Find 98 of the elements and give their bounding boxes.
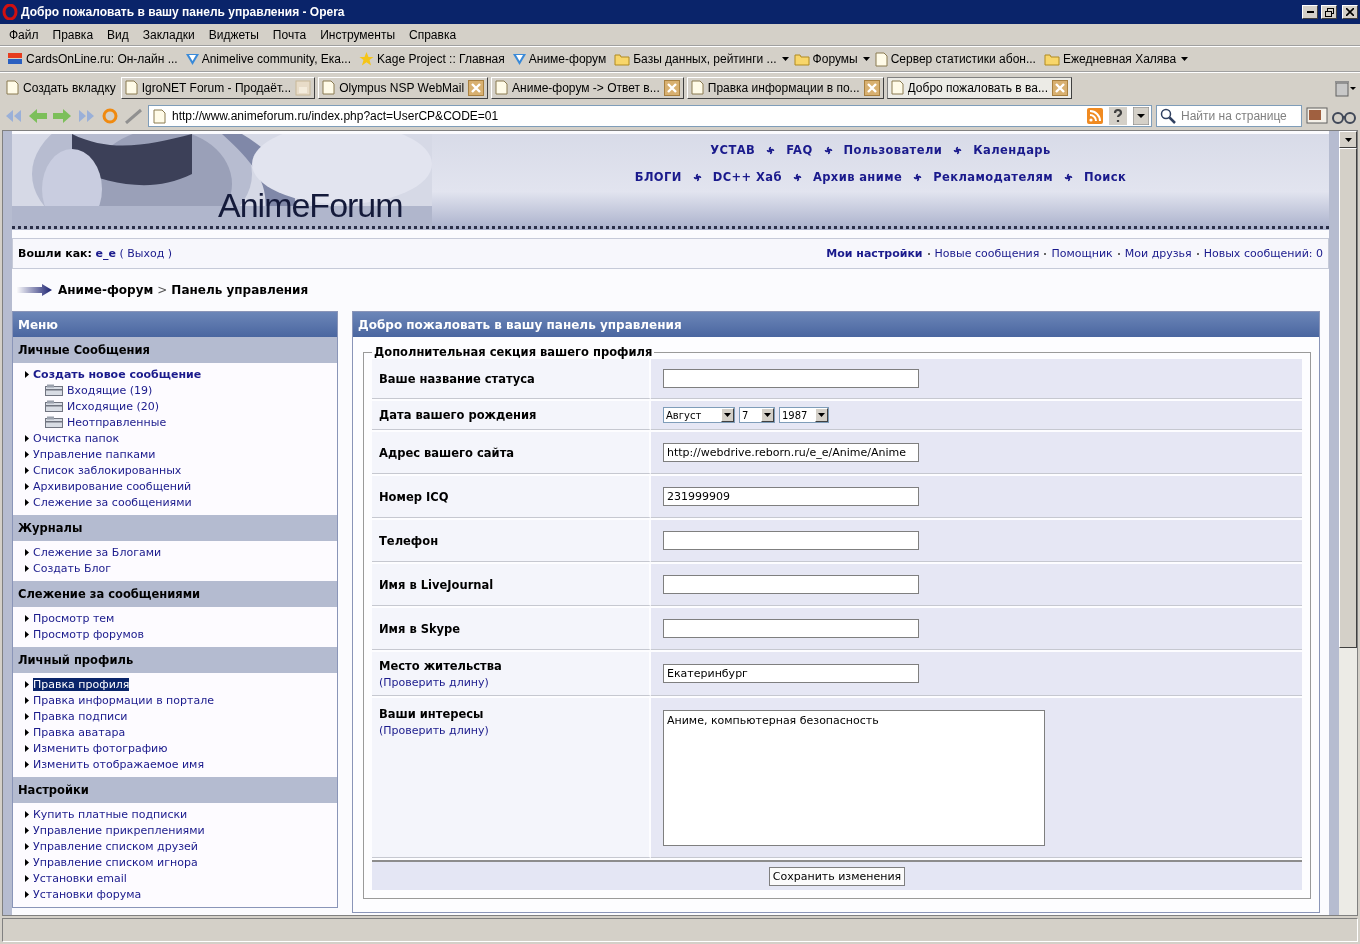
- nav-link[interactable]: УСТАВ: [710, 143, 756, 157]
- bookmark[interactable]: Ежедневная Халява: [1040, 52, 1180, 66]
- label-cell: Ваши интересы (Проверить длину): [372, 698, 651, 858]
- menu-item[interactable]: Виджеты: [201, 27, 266, 42]
- menu-item[interactable]: Изменить отображаемое имя: [25, 756, 337, 772]
- menu-item[interactable]: Почта: [265, 27, 314, 42]
- bookmark[interactable]: Форумы: [790, 52, 861, 66]
- menu-item[interactable]: Управление прикреплениями: [25, 822, 337, 838]
- menu-item[interactable]: Правка аватара: [25, 724, 337, 740]
- menu-section-title: Личный профиль: [13, 647, 337, 673]
- text-field[interactable]: http://webdrive.reborn.ru/e_e/Anime/Anime: [663, 443, 919, 462]
- user-link[interactable]: Новых сообщений: 0: [1203, 247, 1323, 260]
- browser-tab[interactable]: Правка информации в по...: [686, 76, 884, 99]
- logout-link[interactable]: ( Выход ): [119, 247, 173, 260]
- user-link[interactable]: Помощник: [1051, 247, 1113, 260]
- label-cell: Дата вашего рождения: [372, 401, 651, 430]
- menu-section-title: Личные Сообщения: [13, 337, 337, 363]
- nav-link[interactable]: Поиск: [1084, 170, 1127, 184]
- menu-section-title: Слежение за сообщениями: [13, 581, 337, 607]
- breadcrumb-separator: >: [157, 283, 168, 297]
- menu-item[interactable]: Слежение за Блогами: [25, 544, 337, 560]
- menu-item[interactable]: Справка: [402, 27, 464, 42]
- check-length-link[interactable]: (Проверить длину): [379, 724, 642, 737]
- nav-link[interactable]: FAQ: [786, 143, 813, 157]
- menu-section-title: Настройки: [13, 777, 337, 803]
- user-link[interactable]: Новые сообщения: [934, 247, 1040, 260]
- user-link[interactable]: Мои настройки: [826, 247, 923, 260]
- label-cell: Номер ICQ: [372, 476, 651, 518]
- site-logo[interactable]: AnimeForum: [218, 186, 403, 225]
- menu-item[interactable]: Архивирование сообщений: [25, 478, 337, 494]
- panel-title: Добро пожаловать в вашу панель управления: [353, 312, 1319, 337]
- label-cell: Телефон: [372, 520, 651, 562]
- menu-item[interactable]: Управление списком игнора: [25, 854, 337, 870]
- bookmark[interactable]: Аниме-форум: [509, 52, 610, 66]
- menu-item[interactable]: Исходящие (20): [25, 398, 337, 414]
- check-length-link[interactable]: (Проверить длину): [379, 675, 642, 689]
- label-cell: Место жительства (Проверить длину): [372, 652, 651, 696]
- menu-item[interactable]: Файл: [2, 27, 46, 42]
- username-link[interactable]: e_e: [95, 247, 116, 260]
- browser-tab[interactable]: Добро пожаловать в ва...: [886, 76, 1072, 99]
- browser-tab[interactable]: Аниме-форум -> Ответ в...: [491, 76, 684, 99]
- browser-tab[interactable]: IgroNET Forum - Продаёт...: [120, 76, 316, 99]
- menu-item[interactable]: Очистка папок: [25, 430, 337, 446]
- user-link[interactable]: Мои друзья: [1124, 247, 1192, 260]
- breadcrumb-link[interactable]: Аниме-форум: [58, 283, 154, 297]
- menu-item[interactable]: Правка подписи: [25, 708, 337, 724]
- menu-item[interactable]: Правка профиля: [25, 676, 337, 692]
- menu-item[interactable]: Вид: [100, 27, 136, 42]
- menu-item[interactable]: Управление списком друзей: [25, 838, 337, 854]
- bookmark[interactable]: Kage Project :: Главная: [356, 51, 508, 67]
- menu-item[interactable]: Установки email: [25, 870, 337, 886]
- menu-item[interactable]: Просмотр форумов: [25, 626, 337, 642]
- label-cell: Ваше название статуса: [372, 359, 651, 399]
- new-tab-button[interactable]: Создать вкладку: [4, 75, 118, 100]
- menu-title: Меню: [13, 312, 337, 337]
- menu-item[interactable]: Установки форума: [25, 886, 337, 902]
- menu-item[interactable]: Входящие (19): [25, 382, 337, 398]
- menu-item[interactable]: Неотправленные: [25, 414, 337, 430]
- menu-item[interactable]: Создать Блог: [25, 560, 337, 576]
- text-field[interactable]: Екатеринбург: [663, 664, 919, 683]
- menu-item[interactable]: Слежение за сообщениями: [25, 494, 337, 510]
- logged-in-label: Вошли как:: [18, 247, 92, 260]
- nav-link[interactable]: БЛОГИ: [634, 170, 682, 184]
- nav-link[interactable]: DC++ Хаб: [712, 170, 782, 184]
- address-field[interactable]: http://www.animeforum.ru/index.php?act=UserCP&CODE=01: [148, 105, 1152, 127]
- bookmark[interactable]: Базы данных, рейтинги ...: [611, 52, 780, 66]
- year-select[interactable]: 1987: [779, 407, 829, 423]
- text-area[interactable]: Аниме, компьютерная безопасность: [663, 710, 1045, 846]
- menu-item[interactable]: Закладки: [135, 27, 202, 42]
- browser-tab[interactable]: Olympus NSP WebMail: [318, 76, 489, 99]
- menu-item[interactable]: Правка информации в портале: [25, 692, 337, 708]
- menu-item[interactable]: Список заблокированных: [25, 462, 337, 478]
- menu-section-title: Журналы: [13, 515, 337, 541]
- label-cell: Имя в LiveJournal: [372, 564, 651, 606]
- search-field[interactable]: Найти на странице: [1156, 105, 1302, 127]
- text-field[interactable]: 231999909: [663, 487, 919, 506]
- window-title: Добро пожаловать в вашу панель управления - Opera: [21, 5, 346, 19]
- menu-item[interactable]: Создать новое сообщение: [25, 366, 337, 382]
- menu-item[interactable]: Инструменты: [313, 27, 402, 42]
- fieldset-legend: Дополнительная секция вашего профиля: [372, 345, 655, 359]
- nav-link[interactable]: Рекламодателям: [933, 170, 1054, 184]
- menu-item[interactable]: Купить платные подписки: [25, 806, 337, 822]
- label-cell: Имя в Skype: [372, 608, 651, 650]
- breadcrumb-current: Панель управления: [171, 283, 309, 297]
- nav-link[interactable]: Архив аниме: [812, 170, 903, 184]
- menu-item[interactable]: Изменить фотографию: [25, 740, 337, 756]
- bookmark[interactable]: Animelive community, Ека...: [182, 52, 355, 66]
- month-select[interactable]: Август: [663, 407, 735, 423]
- nav-link[interactable]: Пользователи: [843, 143, 943, 157]
- bookmark[interactable]: CardsOnLine.ru: Он-лайн ...: [4, 52, 181, 66]
- menu-item[interactable]: Правка: [45, 27, 101, 42]
- bookmark[interactable]: Сервер статистики абон...: [871, 51, 1039, 67]
- nav-link[interactable]: Календарь: [973, 143, 1051, 157]
- save-button[interactable]: Сохранить изменения: [768, 866, 906, 886]
- label-cell: Адрес вашего сайта: [372, 432, 651, 474]
- menu-item[interactable]: Просмотр тем: [25, 610, 337, 626]
- menu-item[interactable]: Управление папками: [25, 446, 337, 462]
- day-select[interactable]: 7: [739, 407, 775, 423]
